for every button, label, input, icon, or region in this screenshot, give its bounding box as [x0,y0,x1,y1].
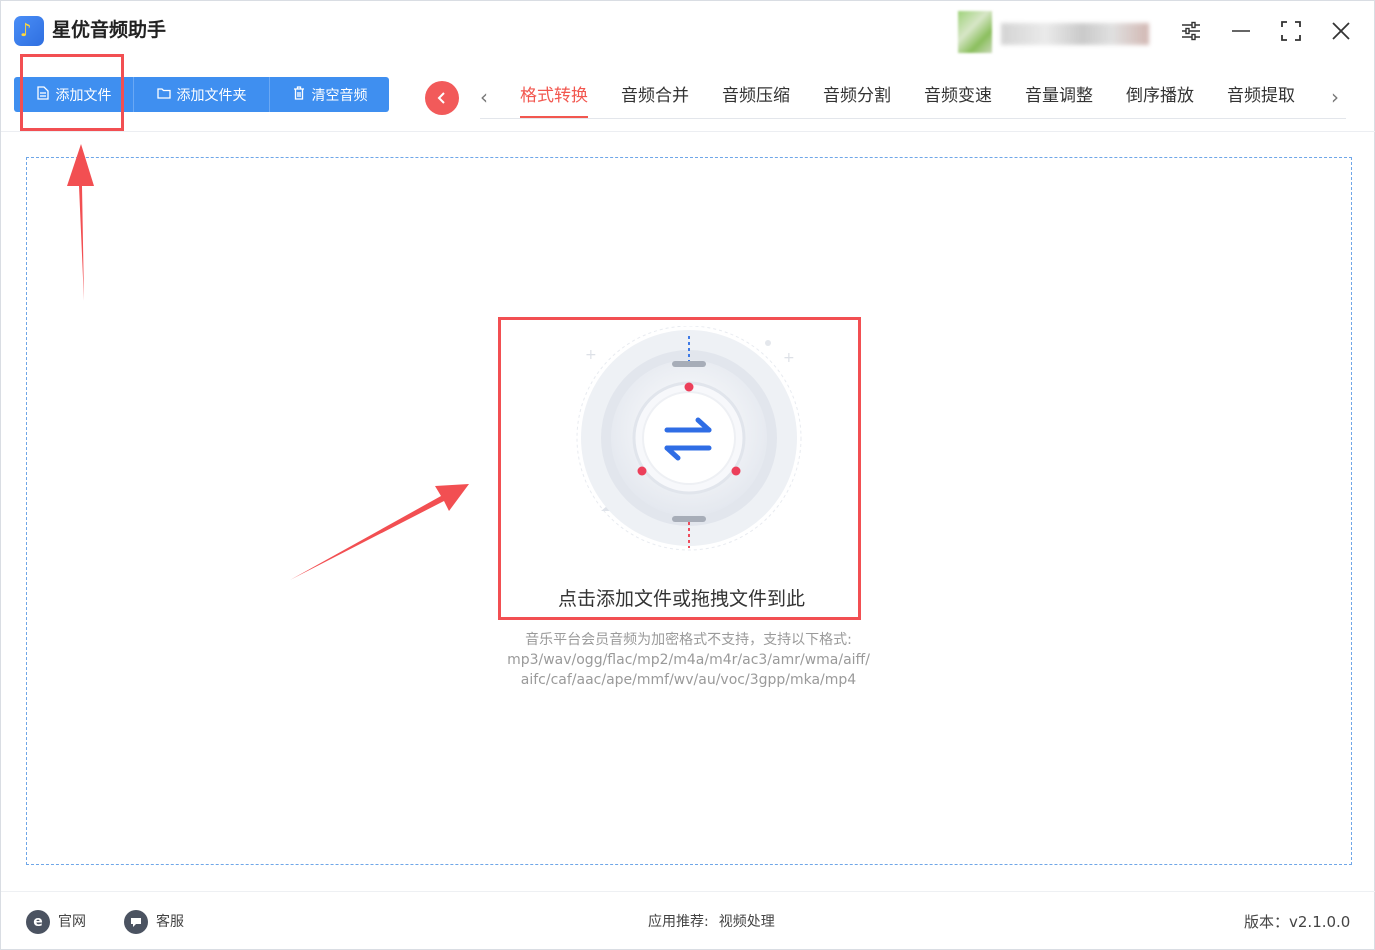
formats-note-line-1: 音乐平台会员音频为加密格式不支持，支持以下格式: [525,632,852,648]
settings-sliders-icon[interactable] [1175,15,1207,47]
tabs-divider [480,118,1346,119]
music-note-icon: ♪ [14,16,44,46]
tabs-scroll-right-icon[interactable]: › [1331,83,1339,111]
app-window: ♪ 星优音频助手 添加文件 添加文件夹 清空音频 ‹ 格式转换 音频合并 音频压… [0,0,1375,950]
tab-audio-compress[interactable]: 音频压缩 [722,83,790,119]
customer-service-label: 客服 [156,914,184,930]
title-bar: ♪ 星优音频助手 [1,1,1375,63]
tab-audio-merge[interactable]: 音频合并 [621,83,689,119]
tab-volume-adjust[interactable]: 音量调整 [1025,83,1093,119]
close-icon[interactable] [1325,15,1357,47]
tab-audio-split[interactable]: 音频分割 [823,83,891,119]
version-label: 版本：v2.1.0.0 [1244,913,1351,931]
folder-icon [156,87,171,103]
trash-icon [292,85,306,104]
collapse-panel-button[interactable] [425,81,459,115]
tabs-scroll-left-icon[interactable]: ‹ [480,83,488,111]
recommend-link[interactable]: 视频处理 [719,910,775,934]
app-recommendation: 应用推荐: 视频处理 [648,910,775,934]
user-avatar[interactable] [958,11,992,53]
formats-note-line-2: mp3/wav/ogg/flac/mp2/m4a/m4r/ac3/amr/wma… [507,652,870,668]
add-folder-label: 添加文件夹 [176,87,247,104]
tab-reverse-play[interactable]: 倒序播放 [1126,83,1194,119]
header-divider [1,131,1375,132]
tab-audio-extract[interactable]: 音频提取 [1227,83,1295,119]
official-site-label: 官网 [58,914,86,930]
clear-audio-label: 清空音频 [311,87,368,104]
user-name-blurred[interactable] [1001,23,1149,45]
supported-formats: 音乐平台会员音频为加密格式不支持，支持以下格式: mp3/wav/ogg/fla… [481,630,896,690]
tab-format-convert[interactable]: 格式转换 [520,83,588,119]
app-title: 星优音频助手 [52,19,167,41]
add-folder-button[interactable]: 添加文件夹 [134,77,270,112]
tab-audio-speed[interactable]: 音频变速 [924,83,992,119]
ie-icon: e [26,910,50,934]
annotation-box-add-file [20,54,124,131]
minimize-icon[interactable] [1225,15,1257,47]
annotation-box-drop-zone [498,317,861,620]
status-bar: e 官网 客服 应用推荐: 视频处理 版本：v2.1.0.0 [1,891,1375,950]
official-site-link[interactable]: e 官网 [26,910,86,934]
feature-tabs: 格式转换 音频合并 音频压缩 音频分割 音频变速 音量调整 倒序播放 音频提取 [520,83,1328,119]
maximize-icon[interactable] [1275,15,1307,47]
clear-audio-button[interactable]: 清空音频 [270,77,389,112]
chat-bubble-icon [124,910,148,934]
recommend-label: 应用推荐: [648,914,709,930]
customer-service-link[interactable]: 客服 [124,910,184,934]
formats-note-line-3: aifc/caf/aac/ape/mmf/wv/au/voc/3gpp/mka/… [520,672,857,688]
